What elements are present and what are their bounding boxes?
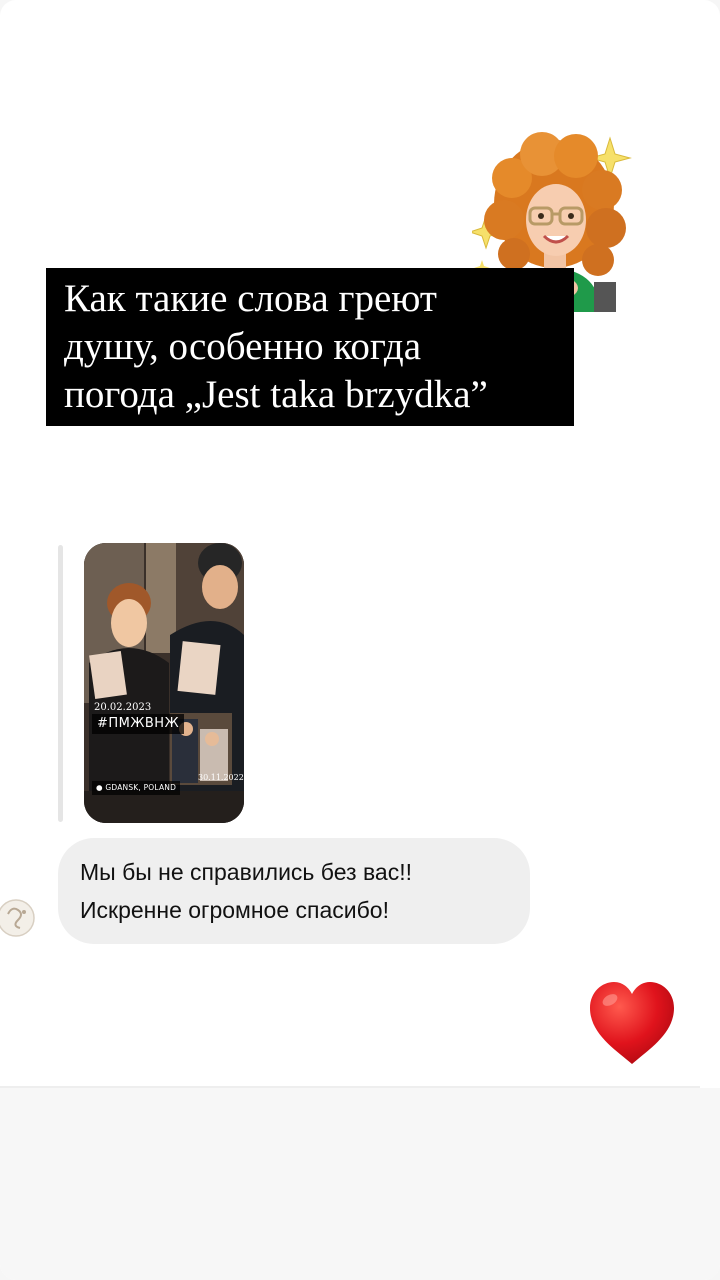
message-line: Искренне огромное спасибо!: [80, 897, 389, 923]
heart-icon: [590, 982, 674, 1064]
story-caption: Как такие слова греют душу, особенно ког…: [46, 268, 574, 426]
story-hashtag: #ПМЖВНЖ: [92, 714, 185, 734]
story-location-tag: ● GDANSK, POLAND: [92, 781, 181, 795]
caption-line: погода „Jest taka brzydka”: [64, 373, 488, 416]
story-location-label: GDANSK, POLAND: [105, 783, 177, 792]
message-bubble[interactable]: Мы бы не справились без вас!! Искренне о…: [58, 838, 530, 944]
caption-line: Как такие слова греют: [64, 277, 437, 320]
message-line: Мы бы не справились без вас!!: [80, 859, 412, 885]
story-inset-date: 30.11.2022: [198, 773, 244, 782]
story-date-label: 20.02.2023: [94, 702, 152, 713]
story-reply-indicator: [58, 545, 63, 822]
sender-avatar[interactable]: [0, 894, 36, 942]
caption-line: душу, особенно когда: [64, 325, 422, 368]
story-frame: Как такие слова греют душу, особенно ког…: [0, 0, 720, 1280]
empty-area: [0, 1088, 720, 1280]
location-pin-icon: ●: [96, 783, 103, 792]
